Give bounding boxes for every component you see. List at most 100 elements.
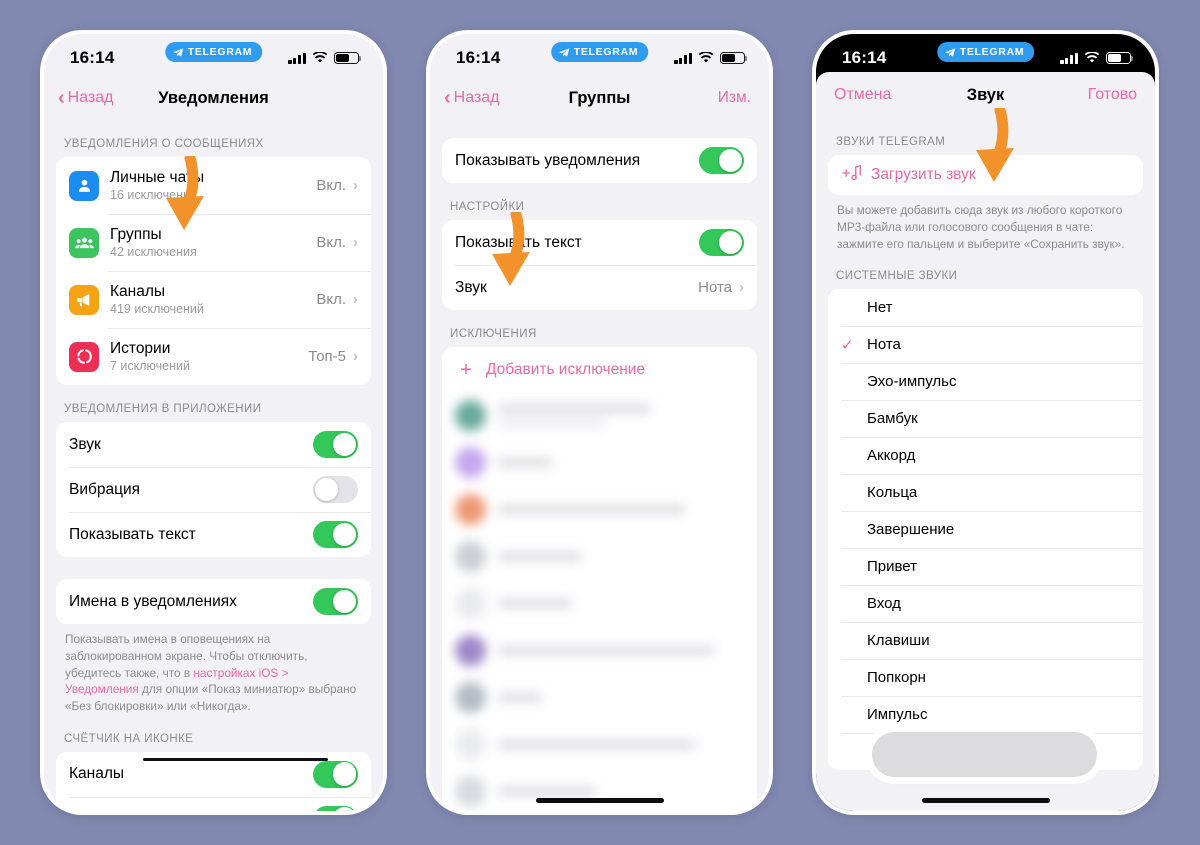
section-header-in-app: УВЕДОМЛЕНИЯ В ПРИЛОЖЕНИИ [64, 403, 262, 415]
row-sound[interactable]: Звук Нота › [442, 265, 757, 310]
sound-option[interactable]: Завершение [828, 511, 1143, 549]
row-value: Вкл. [316, 291, 346, 308]
sound-option[interactable]: Импульс [828, 696, 1143, 734]
back-button[interactable]: ‹ Назад [58, 88, 114, 108]
chevron-left-icon: ‹ [444, 86, 451, 109]
names-footnote: Показывать имена в оповещениях на заблок… [56, 624, 371, 715]
row-groups[interactable]: Группы 42 исключения Вкл. › [56, 214, 371, 271]
toggle-in-app-sound[interactable] [313, 431, 358, 458]
blurred-exceptions-list [442, 392, 757, 811]
row-channels-right: Вкл. › [316, 291, 358, 308]
row-names-in-notifications[interactable]: Имена в уведомлениях [56, 579, 371, 624]
row-label: Звук [69, 435, 101, 453]
row-private-chats[interactable]: Личные чаты 16 исключений Вкл. › [56, 157, 371, 214]
cancel-button[interactable]: Отмена [834, 86, 891, 104]
row-stories-text: Истории 7 исключений [110, 340, 190, 373]
phone-1-screen: 16:14 TELEGRAM ‹ Назад Уведомления УВЕДО… [44, 34, 383, 811]
status-time: 16:14 [70, 48, 115, 67]
back-button[interactable]: ‹ Назад [444, 86, 500, 109]
status-bar: 16:14 TELEGRAM [816, 34, 1155, 76]
in-app-notifications-card: Звук Вибрация Показывать текст [56, 422, 371, 557]
telegram-plane-icon [944, 47, 955, 57]
done-button[interactable]: Готово [1088, 86, 1137, 104]
row-upload-sound[interactable]: Загрузить звук [828, 155, 1143, 195]
list-item[interactable] [442, 392, 757, 439]
status-indicators [1060, 51, 1134, 65]
list-item[interactable] [442, 627, 757, 674]
sound-option[interactable]: Клавиши [828, 622, 1143, 660]
section-header-exceptions: ИСКЛЮЧЕНИЯ [450, 328, 537, 340]
row-stories[interactable]: Истории 7 исключений Топ-5 › [56, 328, 371, 385]
row-badge-message-count[interactable]: Число сообщений [56, 796, 371, 811]
row-subtitle: 419 исключений [110, 302, 204, 316]
battery-icon [334, 51, 362, 65]
toggle-in-app-preview[interactable] [313, 521, 358, 548]
row-stories-left: Истории 7 исключений [69, 340, 190, 373]
row-groups-text: Группы 42 исключения [110, 226, 197, 259]
wifi-icon [312, 52, 328, 63]
telegram-badge-label: TELEGRAM [187, 46, 253, 58]
list-item[interactable] [442, 533, 757, 580]
page-title: Уведомления [158, 88, 269, 107]
sound-option[interactable]: Аккорд [828, 437, 1143, 475]
list-item[interactable] [442, 768, 757, 811]
toggle-badge-message-count[interactable] [313, 805, 358, 811]
list-item[interactable] [442, 721, 757, 768]
sound-option-none[interactable]: Нет [828, 289, 1143, 327]
section-header-telegram-sounds: ЗВУКИ TELEGRAM [836, 136, 946, 148]
checkmark-icon: ✓ [841, 336, 854, 354]
sheet-title: Звук [966, 85, 1005, 104]
row-label: Вибрация [69, 480, 141, 498]
telegram-badge-label: TELEGRAM [573, 46, 639, 58]
row-show-text[interactable]: Показывать текст [442, 220, 757, 265]
row-label: Показывать текст [455, 233, 582, 251]
list-item[interactable] [442, 580, 757, 627]
battery-icon [1106, 51, 1134, 65]
row-label: Число сообщений [69, 810, 199, 811]
toggle-in-app-vibration[interactable] [313, 476, 358, 503]
section-header-settings: НАСТРОЙКИ [450, 201, 525, 213]
status-indicators [674, 51, 748, 65]
list-item[interactable] [442, 486, 757, 533]
sound-option-selected[interactable]: ✓ Нота [828, 326, 1143, 364]
show-notifications-card: Показывать уведомления [442, 138, 757, 183]
home-indicator [921, 798, 1050, 803]
list-item[interactable] [442, 674, 757, 721]
list-item[interactable] [442, 439, 757, 486]
row-in-app-preview[interactable]: Показывать текст [56, 512, 371, 557]
settings-card: Показывать текст Звук Нота › [442, 220, 757, 310]
row-label: Имена в уведомлениях [69, 592, 237, 610]
row-in-app-sound[interactable]: Звук [56, 422, 371, 467]
toggle-show-notifications[interactable] [699, 147, 744, 174]
toggle-badge-channels[interactable] [313, 760, 358, 788]
sound-option[interactable]: Эхо-импульс [828, 363, 1143, 401]
row-show-notifications[interactable]: Показывать уведомления [442, 138, 757, 183]
row-in-app-vibration[interactable]: Вибрация [56, 467, 371, 512]
toggle-show-text[interactable] [699, 229, 744, 256]
row-value: Вкл. [316, 234, 346, 251]
sound-name: Нет [867, 299, 893, 317]
sound-name: Импульс [867, 706, 928, 724]
sound-name: Завершение [867, 521, 955, 539]
sound-name: Попкорн [867, 669, 926, 687]
sound-picker-sheet: Отмена Звук Готово ЗВУКИ TELEGRAM Загруз… [816, 72, 1155, 811]
row-value: Нота [698, 279, 732, 296]
sound-option[interactable]: Привет [828, 548, 1143, 586]
sound-option[interactable]: Бамбук [828, 400, 1143, 438]
sound-option[interactable]: Кольца [828, 474, 1143, 512]
row-title: Группы [110, 226, 162, 243]
redaction-blob [872, 732, 1097, 777]
edit-button[interactable]: Изм. [718, 89, 751, 107]
row-private-chats-right: Вкл. › [316, 177, 358, 194]
message-notifications-card: Личные чаты 16 исключений Вкл. › Группы … [56, 157, 371, 385]
toggle-names-in-notifications[interactable] [313, 588, 358, 615]
status-time: 16:14 [842, 48, 887, 67]
sound-option[interactable]: Попкорн [828, 659, 1143, 697]
sound-option[interactable]: Вход [828, 585, 1143, 623]
telegram-badge: TELEGRAM [164, 42, 263, 62]
row-channels[interactable]: Каналы 419 исключений Вкл. › [56, 271, 371, 328]
plus-icon: + [460, 358, 472, 381]
row-add-exception[interactable]: + Добавить исключение [442, 347, 757, 392]
row-groups-right: Вкл. › [316, 234, 358, 251]
sound-name: Привет [867, 558, 918, 576]
